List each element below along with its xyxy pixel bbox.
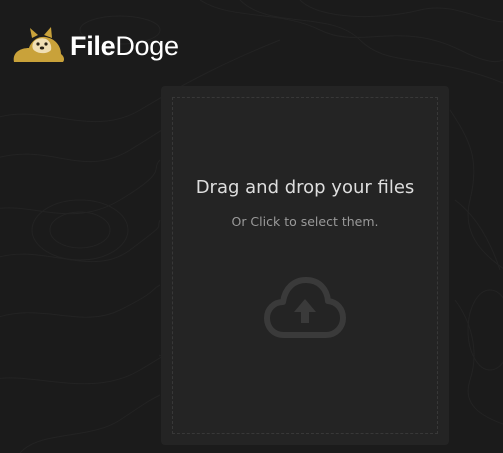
dropzone-dashed-border (172, 97, 438, 434)
brand-name-bold: File (70, 30, 116, 61)
brand-name: FileDoge (70, 31, 179, 62)
dropzone-title: Drag and drop your files (195, 177, 415, 198)
doge-cheems-icon (13, 27, 65, 62)
cloud-upload-icon (264, 277, 346, 338)
brand-logo[interactable]: FileDoge (11, 26, 179, 66)
dropzone-subtitle: Or Click to select them. (231, 214, 379, 229)
file-dropzone[interactable]: Drag and drop your files Or Click to sel… (161, 86, 449, 445)
brand-name-light: Doge (115, 30, 179, 61)
